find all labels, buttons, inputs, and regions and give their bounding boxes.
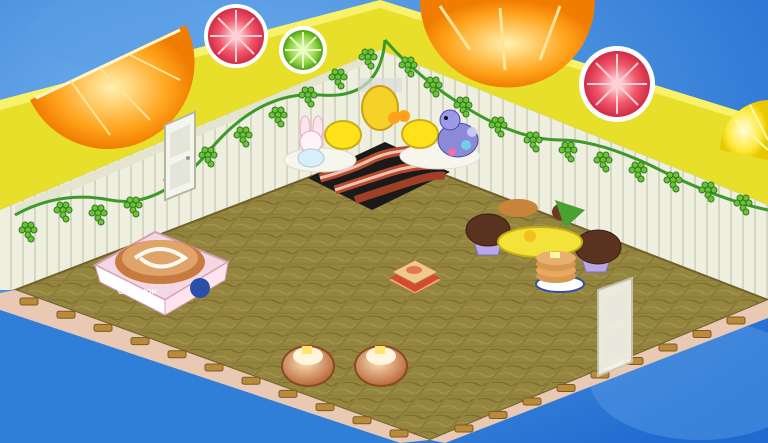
border-brick [726, 316, 746, 325]
border-brick [167, 350, 187, 359]
border-brick [692, 330, 712, 338]
border-brick [352, 416, 372, 425]
cinnamon-box-label: CINNAMON [118, 289, 157, 296]
border-brick [389, 429, 409, 438]
border-brick [454, 424, 474, 433]
border-brick [278, 389, 298, 398]
pink-grapefruit-art [579, 46, 655, 122]
bread-roll-stool-left[interactable] [281, 345, 335, 387]
border-brick [56, 310, 76, 319]
room-scene: CINNAMON [0, 0, 768, 443]
border-brick [93, 323, 113, 332]
border-brick [130, 337, 150, 346]
border-brick [315, 403, 335, 412]
back-door[interactable] [164, 110, 196, 202]
border-brick [241, 376, 261, 385]
front-door[interactable] [597, 276, 633, 378]
border-brick [522, 397, 542, 406]
border-brick [19, 297, 39, 306]
bread-roll-stool-right[interactable] [354, 345, 408, 387]
lime-slice-art [279, 26, 327, 74]
border-brick [658, 343, 678, 352]
border-brick [556, 384, 576, 392]
border-brick [204, 363, 224, 372]
grapefruit-slice-art [204, 4, 268, 68]
border-brick [488, 411, 508, 419]
